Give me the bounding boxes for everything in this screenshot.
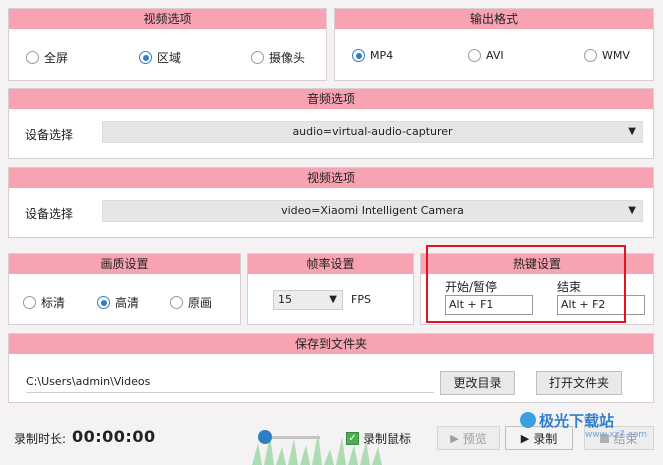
quality-panel: 画质设置 标清 高清 原画 xyxy=(8,253,241,325)
duration-label: 录制时长: xyxy=(14,432,67,446)
radio-fullscreen-icon[interactable] xyxy=(26,51,39,64)
audio-panel: 音频选项 设备选择 audio=virtual-audio-capturer ▼ xyxy=(8,88,654,159)
video-device-select[interactable]: video=Xiaomi Intelligent Camera ▼ xyxy=(102,200,643,222)
framerate-title: 帧率设置 xyxy=(248,254,413,274)
quality-sd[interactable]: 标清 xyxy=(23,294,65,311)
audio-device-label: 设备选择 xyxy=(25,128,74,142)
audio-title: 音频选项 xyxy=(9,89,653,109)
checkbox-checked-icon[interactable]: ✓ xyxy=(346,432,359,445)
sd-label: 标清 xyxy=(41,296,66,310)
output-format-title: 输出格式 xyxy=(335,9,653,29)
preview-button[interactable]: ▶ 预览 xyxy=(437,426,500,450)
save-folder-panel: 保存到文件夹 C:\Users\admin\Videos 更改目录 打开文件夹 xyxy=(8,333,654,403)
original-label: 原画 xyxy=(188,296,213,310)
audio-device-select[interactable]: audio=virtual-audio-capturer ▼ xyxy=(102,121,643,143)
quality-title: 画质设置 xyxy=(9,254,240,274)
save-folder-title: 保存到文件夹 xyxy=(9,334,653,354)
watermark: 极光下载站 xyxy=(520,409,660,431)
fps-label: FPS xyxy=(351,293,371,306)
watermark-text: 极光下载站 xyxy=(539,411,615,430)
radio-hd-icon[interactable] xyxy=(97,296,110,309)
video-device-value: video=Xiaomi Intelligent Camera xyxy=(281,204,464,217)
camera-label: 摄像头 xyxy=(269,51,306,65)
duration-value: 00:00:00 xyxy=(72,427,156,446)
video-mode-region[interactable]: 区域 xyxy=(139,49,181,66)
watermark-logo-icon xyxy=(520,412,536,428)
preview-label: 预览 xyxy=(462,431,487,446)
play-icon: ▶ xyxy=(520,431,530,445)
hd-label: 高清 xyxy=(115,296,140,310)
wmv-label: WMV xyxy=(602,49,630,62)
chevron-down-icon: ▼ xyxy=(329,294,337,305)
bottom-bar: 录制时长: 00:00:00 ✓ 录制鼠标 ▶ 预览 ▶ 录制 结束 极光下载站… xyxy=(0,410,663,465)
save-path-field[interactable]: C:\Users\admin\Videos xyxy=(26,373,434,393)
radio-avi-icon[interactable] xyxy=(468,49,481,62)
mp4-label: MP4 xyxy=(370,49,394,62)
radio-camera-icon[interactable] xyxy=(251,51,264,64)
video-device-panel: 视频选项 设备选择 video=Xiaomi Intelligent Camer… xyxy=(8,167,654,238)
change-directory-button[interactable]: 更改目录 xyxy=(440,371,515,395)
framerate-select[interactable]: 15 ▼ xyxy=(273,290,343,310)
video-mode-fullscreen[interactable]: 全屏 xyxy=(26,49,68,66)
save-path-value: C:\Users\admin\Videos xyxy=(26,375,151,388)
quality-hd[interactable]: 高清 xyxy=(97,294,139,311)
region-label: 区域 xyxy=(157,51,182,65)
radio-original-icon[interactable] xyxy=(170,296,183,309)
avi-label: AVI xyxy=(486,49,504,62)
watermark-url: www.xz7.com xyxy=(585,430,647,440)
radio-wmv-icon[interactable] xyxy=(584,49,597,62)
open-folder-button[interactable]: 打开文件夹 xyxy=(536,371,622,395)
framerate-value: 15 xyxy=(278,293,292,306)
record-mouse-checkbox-row[interactable]: ✓ 录制鼠标 xyxy=(346,430,411,447)
slider-thumb[interactable] xyxy=(258,430,272,444)
hotkeys-highlight xyxy=(426,245,626,323)
format-avi[interactable]: AVI xyxy=(468,49,504,62)
video-device-title: 视频选项 xyxy=(9,168,653,188)
framerate-panel: 帧率设置 15 ▼ FPS xyxy=(247,253,414,325)
audio-device-value: audio=virtual-audio-capturer xyxy=(292,125,453,138)
record-mouse-label: 录制鼠标 xyxy=(363,432,412,446)
output-format-panel: 输出格式 MP4 AVI WMV xyxy=(334,8,654,81)
volume-slider[interactable] xyxy=(258,430,320,444)
video-mode-panel: 视频选项 全屏 区域 摄像头 xyxy=(8,8,327,81)
chevron-down-icon: ▼ xyxy=(628,126,636,137)
quality-original[interactable]: 原画 xyxy=(170,294,212,311)
radio-mp4-icon[interactable] xyxy=(352,49,365,62)
format-mp4[interactable]: MP4 xyxy=(352,49,393,62)
radio-sd-icon[interactable] xyxy=(23,296,36,309)
video-device-label: 设备选择 xyxy=(25,207,74,221)
video-mode-camera[interactable]: 摄像头 xyxy=(251,49,305,66)
format-wmv[interactable]: WMV xyxy=(584,49,630,62)
fullscreen-label: 全屏 xyxy=(44,51,69,65)
chevron-down-icon: ▼ xyxy=(628,205,636,216)
play-circle-icon: ▶ xyxy=(450,431,459,445)
record-label: 录制 xyxy=(533,431,558,446)
radio-region-icon[interactable] xyxy=(139,51,152,64)
video-mode-title: 视频选项 xyxy=(9,9,326,29)
